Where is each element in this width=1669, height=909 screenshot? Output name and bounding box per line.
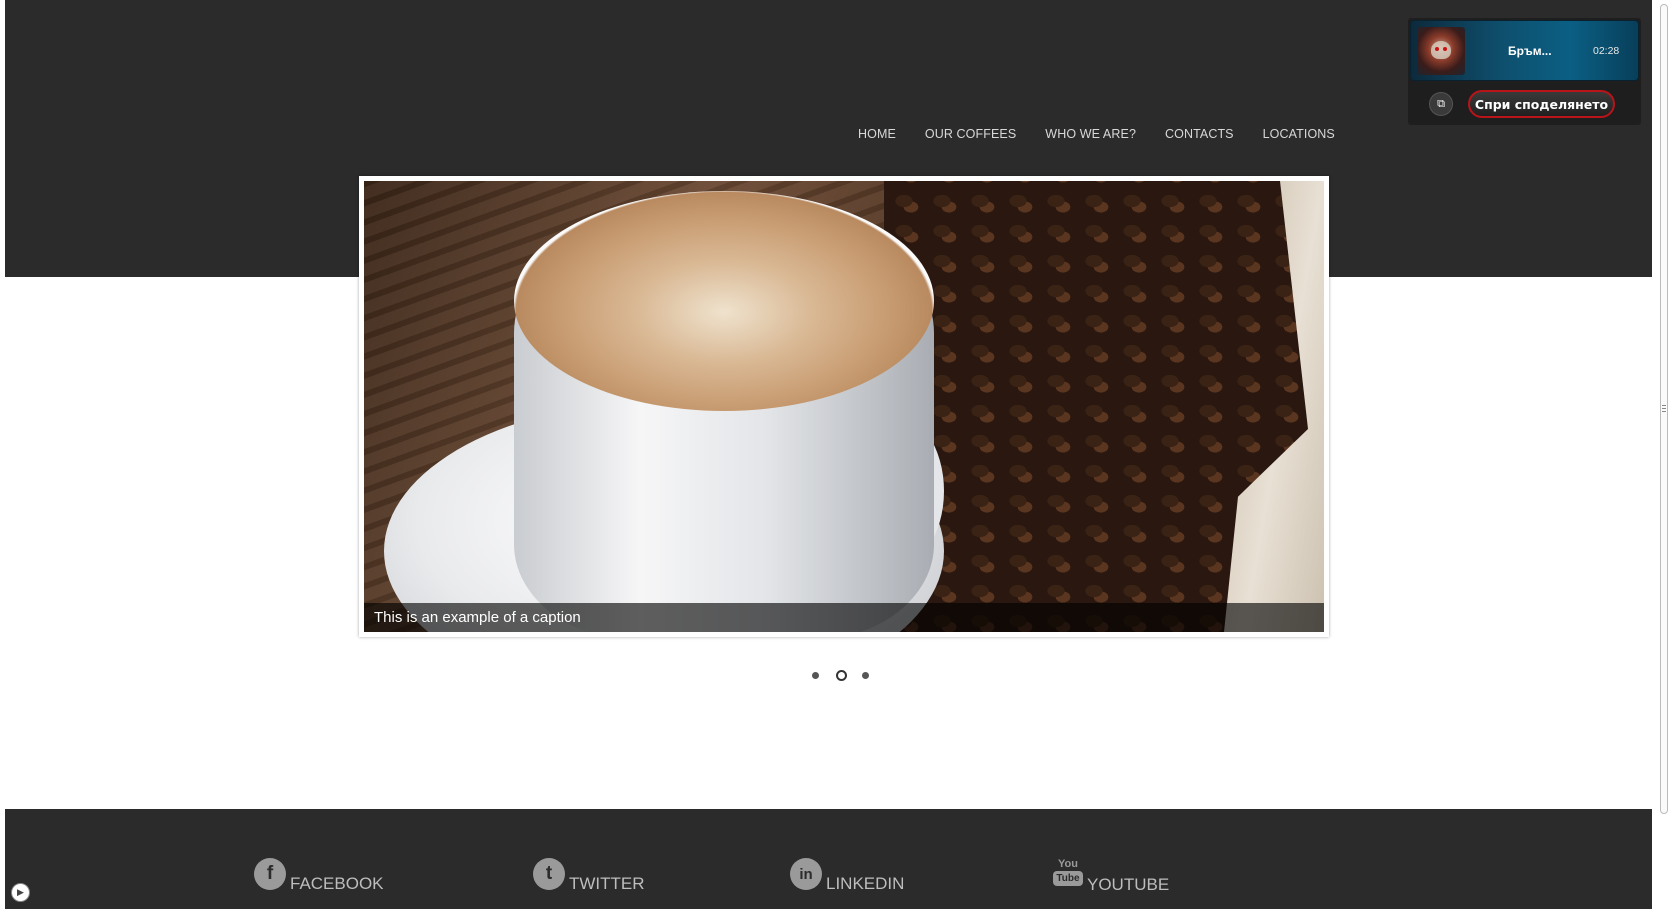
slide-caption: This is an example of a caption: [364, 603, 1324, 632]
main-nav: HOME OUR COFFEES WHO WE ARE? CONTACTS LO…: [858, 127, 1335, 141]
social-youtube[interactable]: You Tube YOUTUBE: [1052, 858, 1169, 894]
coffee-surface: [514, 191, 934, 411]
stop-sharing-button[interactable]: Спри споделянето: [1468, 90, 1615, 118]
nav-who-we-are[interactable]: WHO WE ARE?: [1045, 127, 1136, 141]
share-thumbnail: [1417, 27, 1465, 75]
slide-image: This is an example of a caption: [364, 181, 1324, 632]
scrollbar-grip-icon: [1662, 405, 1666, 412]
social-label: LINKEDIN: [826, 874, 905, 893]
linkedin-icon: in: [790, 858, 822, 890]
screen-share-widget: Бръм... 02:28 ⧉ Спри споделянето: [1408, 18, 1641, 125]
twitter-icon: t: [533, 858, 565, 890]
youtube-icon-tube: Tube: [1053, 871, 1083, 886]
slider-dot-3[interactable]: [862, 672, 869, 679]
nav-home[interactable]: HOME: [858, 127, 896, 141]
nav-contacts[interactable]: CONTACTS: [1165, 127, 1234, 141]
image-slider: This is an example of a caption: [359, 176, 1329, 637]
share-title: Бръм...: [1508, 44, 1552, 58]
popout-icon[interactable]: ⧉: [1429, 92, 1453, 116]
social-label: YOUTUBE: [1087, 875, 1170, 894]
social-linkedin[interactable]: in LINKEDIN: [790, 858, 904, 893]
nav-locations[interactable]: LOCATIONS: [1263, 127, 1335, 141]
social-facebook[interactable]: f FACEBOOK: [254, 858, 384, 893]
facebook-icon: f: [254, 858, 286, 890]
social-label: TWITTER: [569, 874, 645, 893]
social-twitter[interactable]: t TWITTER: [533, 858, 645, 893]
slider-pagination: [812, 670, 869, 681]
share-card[interactable]: Бръм... 02:28: [1410, 20, 1639, 81]
nav-our-coffees[interactable]: OUR COFFEES: [925, 127, 1016, 141]
youtube-icon-you: You: [1058, 858, 1078, 870]
slider-dot-1[interactable]: [812, 672, 819, 679]
youtube-icon: You Tube: [1052, 858, 1084, 892]
slider-dot-2[interactable]: [836, 670, 847, 681]
social-label: FACEBOOK: [290, 874, 384, 893]
play-icon[interactable]: ▶: [11, 883, 30, 902]
share-time: 02:28: [1593, 45, 1620, 57]
